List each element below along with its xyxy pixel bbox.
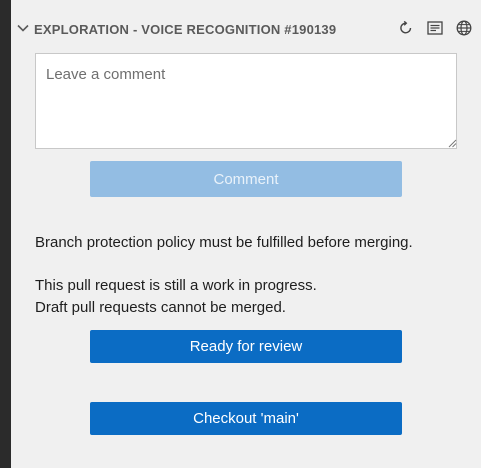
section-header[interactable]: EXPLORATION - VOICE RECOGNITION #190139 [11, 14, 481, 44]
globe-icon[interactable] [455, 19, 473, 37]
description-icon[interactable] [426, 19, 444, 37]
chevron-down-icon[interactable] [16, 21, 30, 35]
refresh-icon[interactable] [397, 19, 415, 37]
checkout-main-button[interactable]: Checkout 'main' [90, 402, 402, 435]
draft-status-line1: This pull request is still a work in pro… [35, 277, 317, 294]
editor-edge [481, 0, 504, 468]
branch-protection-message: Branch protection policy must be fulfill… [35, 234, 413, 251]
pull-request-panel: EXPLORATION - VOICE RECOGNITION #190139 … [11, 0, 481, 468]
resize-grip-icon[interactable] [448, 139, 457, 148]
ready-for-review-button[interactable]: Ready for review [90, 330, 402, 363]
draft-status-line2: Draft pull requests cannot be merged. [35, 299, 286, 316]
activity-bar-edge [0, 0, 11, 468]
comment-textarea[interactable] [35, 53, 457, 149]
comment-button[interactable]: Comment [90, 161, 402, 197]
section-title: EXPLORATION - VOICE RECOGNITION #190139 [34, 22, 337, 37]
